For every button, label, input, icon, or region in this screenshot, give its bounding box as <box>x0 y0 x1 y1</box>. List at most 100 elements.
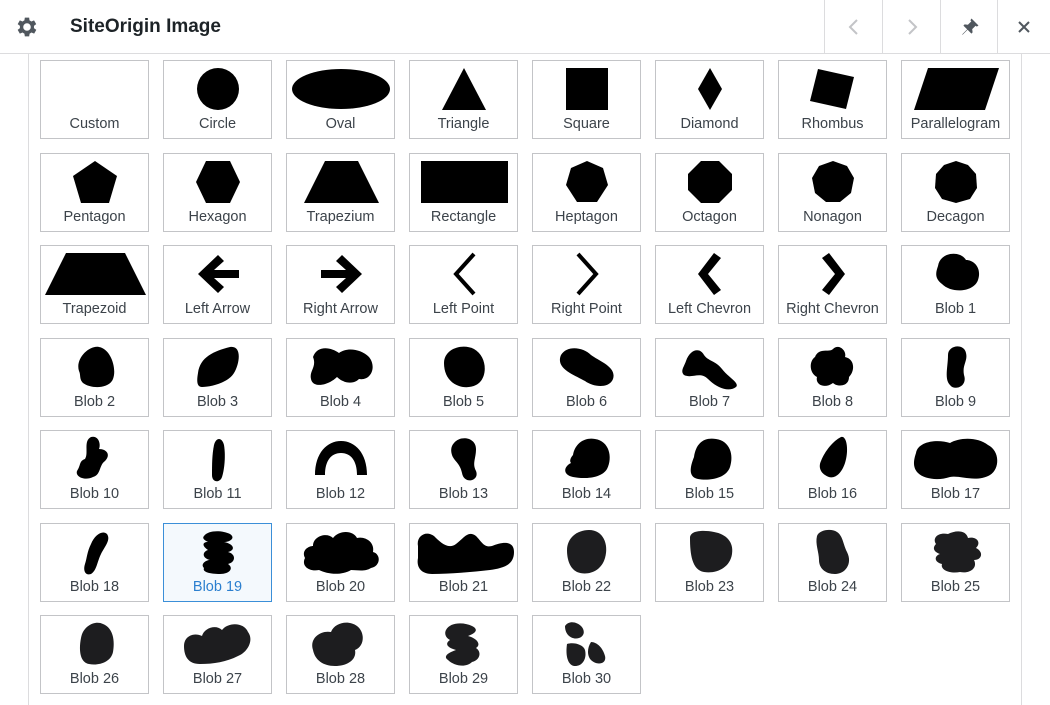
shape-tile-label: Square <box>563 116 610 132</box>
shape-tile-right-point[interactable]: Right Point <box>532 245 641 324</box>
shape-tile-blob-19[interactable]: Blob 19 <box>163 523 272 602</box>
shape-tile-blob-18[interactable]: Blob 18 <box>40 523 149 602</box>
shape-tile-label: Nonagon <box>803 209 862 225</box>
next-button[interactable] <box>882 0 940 53</box>
shape-tile-blob-7[interactable]: Blob 7 <box>655 338 764 417</box>
trapezoid-shape-icon <box>45 253 146 295</box>
shape-tile-label: Blob 9 <box>934 394 977 410</box>
pentagon-shape-icon <box>73 161 117 203</box>
close-button[interactable] <box>997 0 1050 53</box>
shape-tile-label: Blob 15 <box>684 486 735 502</box>
shape-tile-blob-29[interactable]: Blob 29 <box>409 615 518 694</box>
shape-tile-custom[interactable]: Custom <box>40 60 149 139</box>
shape-tile-circle[interactable]: Circle <box>163 60 272 139</box>
shape-tile-nonagon[interactable]: Nonagon <box>778 153 887 232</box>
shape-tile-blob-17[interactable]: Blob 17 <box>901 430 1010 509</box>
settings-button[interactable] <box>6 8 48 46</box>
shape-tile-blob-3[interactable]: Blob 3 <box>163 338 272 417</box>
shape-tile-hexagon[interactable]: Hexagon <box>163 153 272 232</box>
shape-tile-right-chevron[interactable]: Right Chevron <box>778 245 887 324</box>
shape-tile-label: Blob 3 <box>196 394 239 410</box>
shape-tile-blob-2[interactable]: Blob 2 <box>40 338 149 417</box>
shape-tile-blob-23[interactable]: Blob 23 <box>655 523 764 602</box>
shape-tile-heptagon[interactable]: Heptagon <box>532 153 641 232</box>
shape-tile-blob-9[interactable]: Blob 9 <box>901 338 1010 417</box>
blob-shape-icon <box>914 438 998 480</box>
shape-tile-rhombus[interactable]: Rhombus <box>778 60 887 139</box>
shape-tile-octagon[interactable]: Octagon <box>655 153 764 232</box>
pin-button[interactable] <box>940 0 998 53</box>
shape-tile-blob-21[interactable]: Blob 21 <box>409 523 518 602</box>
shape-tile-blob-30[interactable]: Blob 30 <box>532 615 641 694</box>
oval-shape-icon <box>292 69 390 109</box>
shape-tile-triangle[interactable]: Triangle <box>409 60 518 139</box>
rectangle-shape-icon <box>421 161 508 203</box>
shape-tile-label: Blob 13 <box>438 486 489 502</box>
shape-tile-blob-16[interactable]: Blob 16 <box>778 430 887 509</box>
shape-tile-blob-8[interactable]: Blob 8 <box>778 338 887 417</box>
shape-tile-left-point[interactable]: Left Point <box>409 245 518 324</box>
shape-tile-blob-4[interactable]: Blob 4 <box>286 338 395 417</box>
shape-tile-blob-25[interactable]: Blob 25 <box>901 523 1010 602</box>
blob-shape-icon <box>84 532 109 575</box>
shape-tile-pentagon[interactable]: Pentagon <box>40 153 149 232</box>
shape-tile-label: Trapezium <box>306 209 375 225</box>
shape-tile-square[interactable]: Square <box>532 60 641 139</box>
left-arrow-shape-icon <box>198 255 239 293</box>
triangle-shape-icon <box>442 68 486 110</box>
shape-tile-parallelogram[interactable]: Parallelogram <box>901 60 1010 139</box>
shape-tile-left-chevron[interactable]: Left Chevron <box>655 245 764 324</box>
blob-shape-icon <box>76 436 108 479</box>
shape-tile-label: Right Chevron <box>786 301 879 317</box>
gear-icon <box>17 17 37 37</box>
shape-tile-blob-28[interactable]: Blob 28 <box>286 615 395 694</box>
diamond-shape-icon <box>698 68 722 110</box>
shape-tile-label: Left Point <box>432 301 495 317</box>
shape-tile-label: Blob 6 <box>565 394 608 410</box>
shape-tile-blob-5[interactable]: Blob 5 <box>409 338 518 417</box>
shape-tile-label: Parallelogram <box>910 116 1001 132</box>
shape-tile-label: Blob 26 <box>69 671 120 687</box>
shape-tile-label: Blob 10 <box>69 486 120 502</box>
shape-tile-blob-6[interactable]: Blob 6 <box>532 338 641 417</box>
shape-tile-label: Oval <box>325 116 356 132</box>
shape-tile-decagon[interactable]: Decagon <box>901 153 1010 232</box>
shape-tile-blob-11[interactable]: Blob 11 <box>163 430 272 509</box>
dialog-title: SiteOrigin Image <box>70 16 221 37</box>
shape-tile-label: Left Chevron <box>667 301 752 317</box>
shape-tile-blob-1[interactable]: Blob 1 <box>901 245 1010 324</box>
shape-tile-trapezoid[interactable]: Trapezoid <box>40 245 149 324</box>
shape-tile-label: Blob 17 <box>930 486 981 502</box>
blob-shape-icon <box>417 533 514 574</box>
shape-tile-label: Decagon <box>926 209 985 225</box>
shape-tile-label: Blob 7 <box>688 394 731 410</box>
shape-tile-blob-22[interactable]: Blob 22 <box>532 523 641 602</box>
shape-tile-label: Blob 20 <box>315 579 366 595</box>
shape-tile-blob-20[interactable]: Blob 20 <box>286 523 395 602</box>
shape-tile-rectangle[interactable]: Rectangle <box>409 153 518 232</box>
blob-shape-icon <box>946 346 967 388</box>
shape-tile-diamond[interactable]: Diamond <box>655 60 764 139</box>
shape-tile-blob-24[interactable]: Blob 24 <box>778 523 887 602</box>
shape-tile-right-arrow[interactable]: Right Arrow <box>286 245 395 324</box>
shape-tile-blob-10[interactable]: Blob 10 <box>40 430 149 509</box>
shape-tile-blob-15[interactable]: Blob 15 <box>655 430 764 509</box>
previous-button[interactable] <box>824 0 882 53</box>
shape-tile-blob-27[interactable]: Blob 27 <box>163 615 272 694</box>
blob-shape-icon <box>936 253 980 291</box>
shape-tile-label: Blob 19 <box>192 579 243 595</box>
shape-tile-label: Rhombus <box>801 116 864 132</box>
shape-tile-oval[interactable]: Oval <box>286 60 395 139</box>
shape-tile-label: Blob 14 <box>561 486 612 502</box>
shape-tile-label: Blob 8 <box>811 394 854 410</box>
shape-tile-left-arrow[interactable]: Left Arrow <box>163 245 272 324</box>
shape-tile-blob-26[interactable]: Blob 26 <box>40 615 149 694</box>
shape-tile-blob-12[interactable]: Blob 12 <box>286 430 395 509</box>
shape-tile-blob-13[interactable]: Blob 13 <box>409 430 518 509</box>
shape-tile-trapezium[interactable]: Trapezium <box>286 153 395 232</box>
shape-tile-blob-14[interactable]: Blob 14 <box>532 430 641 509</box>
nonagon-shape-icon <box>812 161 854 202</box>
shape-tile-label: Blob 4 <box>319 394 362 410</box>
dialog-header: SiteOrigin Image <box>0 0 1050 54</box>
circle-shape-icon <box>197 68 239 110</box>
